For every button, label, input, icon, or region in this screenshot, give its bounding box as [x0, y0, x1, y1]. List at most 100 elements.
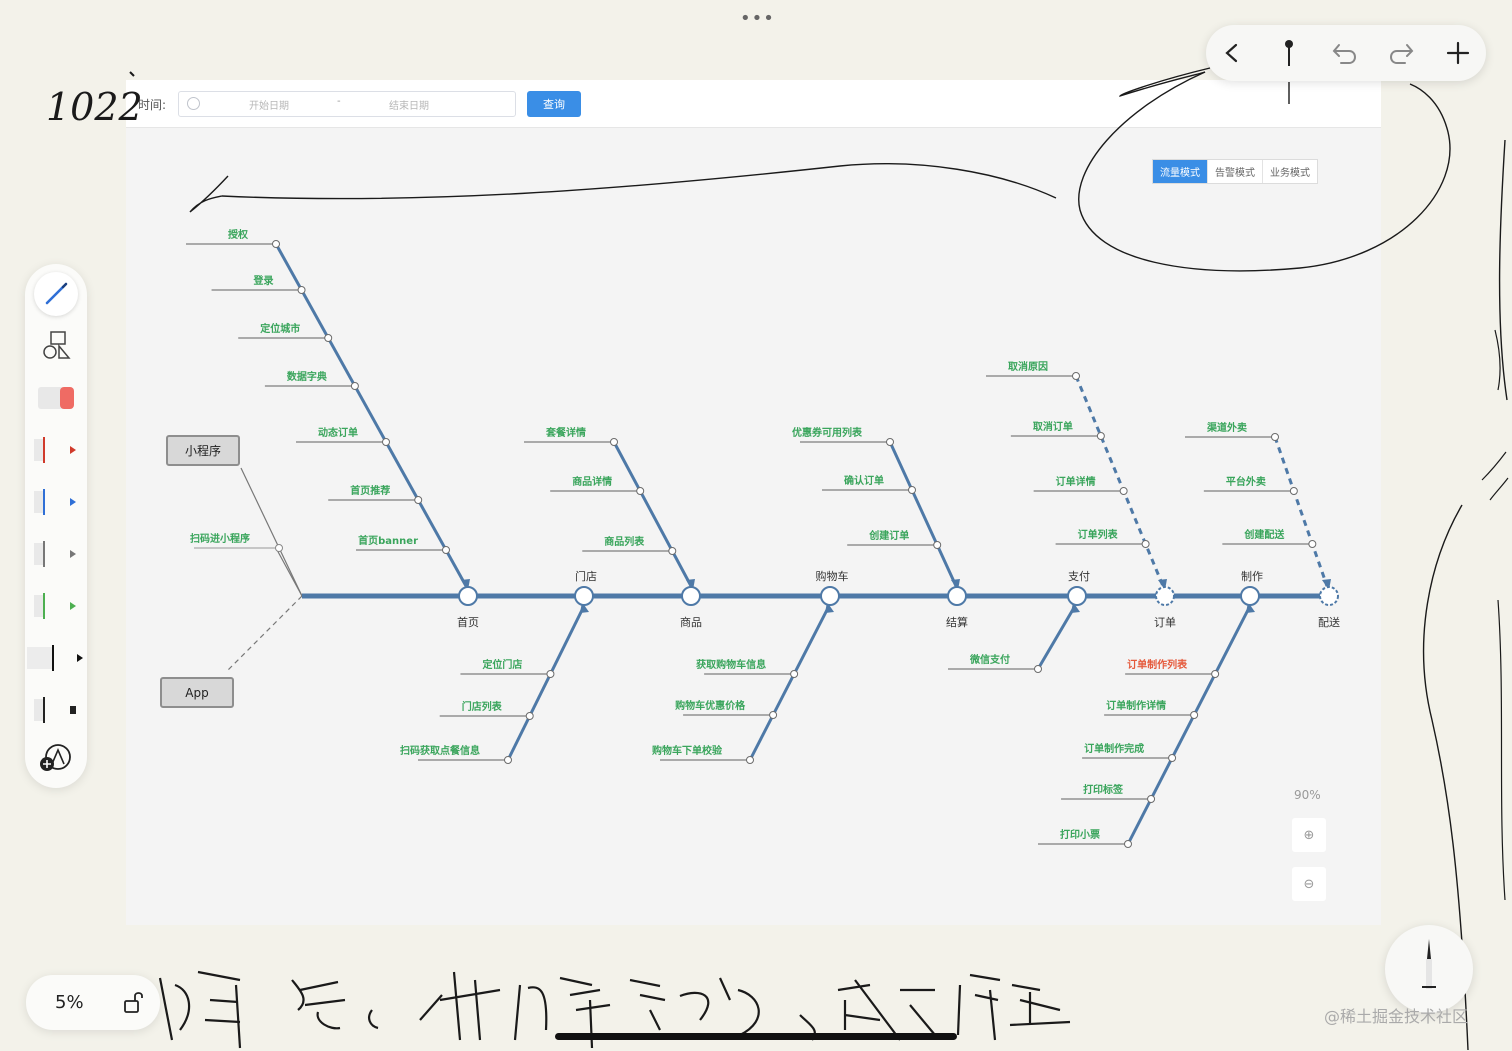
leaf-label[interactable]: 平台外卖 — [1226, 475, 1266, 488]
leaf-dot[interactable] — [1034, 665, 1042, 673]
leaf-label[interactable]: 套餐详情 — [545, 426, 586, 439]
leaf-dot[interactable] — [324, 334, 333, 342]
canvas-zoom-pill[interactable]: 5% — [26, 975, 160, 1030]
marker-dark-tool[interactable] — [25, 688, 87, 732]
leaf-dot[interactable] — [790, 670, 799, 678]
leaf-label[interactable]: 创建配送 — [1243, 528, 1285, 541]
marker-blue-tool[interactable] — [25, 480, 87, 524]
leaf-dot[interactable] — [1211, 670, 1220, 678]
spine-node[interactable] — [820, 586, 840, 606]
leaf-dot[interactable] — [504, 756, 512, 764]
leaf-dot[interactable] — [1271, 433, 1279, 441]
add-tool-button[interactable] — [25, 736, 87, 780]
leaf-label[interactable]: 订单列表 — [1078, 528, 1119, 541]
leaf-dot[interactable] — [1141, 540, 1150, 548]
leaf-label[interactable]: 渠道外卖 — [1206, 421, 1247, 434]
leaf-dot[interactable] — [1119, 487, 1128, 495]
leaf-label[interactable]: 定位门店 — [482, 658, 522, 671]
client-app[interactable]: App — [160, 677, 234, 708]
leaf-label[interactable]: 取消订单 — [1033, 420, 1073, 433]
leaf-dot[interactable] — [1289, 487, 1298, 495]
marker-green-icon — [34, 593, 76, 619]
marker-red-tool[interactable] — [25, 428, 87, 472]
spine-node[interactable] — [681, 586, 701, 606]
leaf-dot[interactable] — [1147, 795, 1156, 803]
add-button[interactable] — [1438, 33, 1478, 73]
more-menu-dots[interactable]: ••• — [740, 8, 775, 29]
leaf-label[interactable]: 订单制作详情 — [1106, 699, 1166, 712]
leaf-dot[interactable] — [769, 711, 778, 719]
leaf-label[interactable]: 定位城市 — [260, 322, 300, 335]
leaf-label[interactable]: 门店列表 — [462, 700, 503, 713]
spine-node[interactable] — [1155, 586, 1175, 606]
leaf-dot[interactable] — [746, 756, 754, 764]
branch-line — [1126, 605, 1252, 845]
leaf-label[interactable]: 获取购物车信息 — [695, 658, 766, 671]
leaf-label[interactable]: 首页推荐 — [350, 484, 390, 497]
marker-dark-icon — [34, 697, 76, 723]
leaf-label[interactable]: 创建订单 — [868, 529, 909, 542]
marker-green-tool[interactable] — [25, 584, 87, 628]
leaf-dot[interactable] — [668, 547, 677, 555]
leaf-label[interactable]: 订单详情 — [1056, 475, 1096, 488]
leaf-label[interactable]: 动态订单 — [318, 426, 358, 439]
leaf-dot[interactable] — [546, 670, 555, 678]
leaf-label[interactable]: 微信支付 — [969, 653, 1010, 666]
leaf-label[interactable]: 商品列表 — [604, 535, 645, 548]
leaf-label[interactable]: 数据字典 — [287, 370, 327, 383]
leaf-label[interactable]: 取消原因 — [1008, 360, 1048, 373]
leaf-dot[interactable] — [1072, 372, 1080, 380]
leaf-dot[interactable] — [1096, 432, 1105, 440]
back-button[interactable] — [1212, 33, 1252, 73]
leaf-label[interactable]: 订单制作列表 — [1127, 658, 1188, 671]
leaf-label[interactable]: 授权 — [228, 228, 249, 241]
leaf-label[interactable]: 首页banner — [358, 534, 418, 547]
leaf-dot[interactable] — [442, 546, 450, 554]
leaf-label[interactable]: 购物车下单校验 — [652, 744, 723, 757]
leaf-dot[interactable] — [350, 382, 359, 390]
spine-node[interactable] — [458, 586, 478, 606]
leaf-label[interactable]: 登录 — [253, 274, 274, 287]
leaf-label[interactable]: 优惠券可用列表 — [792, 426, 863, 439]
leaf-dot[interactable] — [886, 438, 894, 446]
client-miniprogram[interactable]: 小程序 — [166, 435, 240, 466]
leaf-label[interactable]: 扫码获取点餐信息 — [400, 744, 480, 757]
leaf-dot[interactable] — [414, 496, 423, 504]
leaf-dot[interactable] — [1190, 711, 1199, 719]
leaf-dot[interactable] — [908, 486, 916, 494]
spine-node[interactable] — [1067, 586, 1087, 606]
zoom-in-button[interactable]: ⊕ — [1292, 818, 1326, 852]
redo-icon — [1390, 44, 1414, 64]
leaf-label[interactable]: 打印小票 — [1060, 828, 1100, 841]
zoom-out-button[interactable]: ⊖ — [1292, 867, 1326, 901]
leaf-label[interactable]: 订单制作完成 — [1084, 742, 1144, 755]
spine-node[interactable] — [947, 586, 967, 606]
pin-button[interactable] — [1269, 33, 1309, 73]
shapes-tool[interactable] — [25, 324, 87, 368]
leaf-label[interactable]: 购物车优惠价格 — [675, 699, 746, 712]
leaf-dot[interactable] — [382, 438, 390, 446]
leaf-dot[interactable] — [1168, 754, 1177, 762]
spine-node[interactable] — [574, 586, 594, 606]
undo-button[interactable] — [1325, 33, 1365, 73]
spine-node[interactable] — [1319, 586, 1339, 606]
leaf-dot[interactable] — [525, 712, 534, 720]
leaf-label[interactable]: 商品详情 — [572, 475, 612, 488]
leaf-dot[interactable] — [1308, 540, 1317, 548]
leaf-dot[interactable] — [636, 487, 645, 495]
pen-tool[interactable] — [25, 272, 87, 316]
pencil-mode-button[interactable] — [1385, 925, 1473, 1013]
leaf-dot[interactable] — [610, 438, 618, 446]
spine-node[interactable] — [1240, 586, 1260, 606]
marker-gray-tool[interactable] — [25, 532, 87, 576]
leaf-label[interactable]: 确认订单 — [844, 474, 884, 487]
marker-black-tool[interactable] — [25, 636, 87, 680]
leaf-dot[interactable] — [297, 286, 306, 294]
leaf-dot[interactable] — [1124, 840, 1132, 848]
leaf-dot[interactable] — [933, 541, 942, 549]
leaf-dot[interactable] — [272, 240, 280, 248]
leaf-label[interactable]: 打印标签 — [1083, 783, 1124, 796]
eraser-tool[interactable] — [25, 376, 87, 420]
redo-button[interactable] — [1381, 33, 1421, 73]
lock-icon[interactable] — [122, 990, 146, 1014]
